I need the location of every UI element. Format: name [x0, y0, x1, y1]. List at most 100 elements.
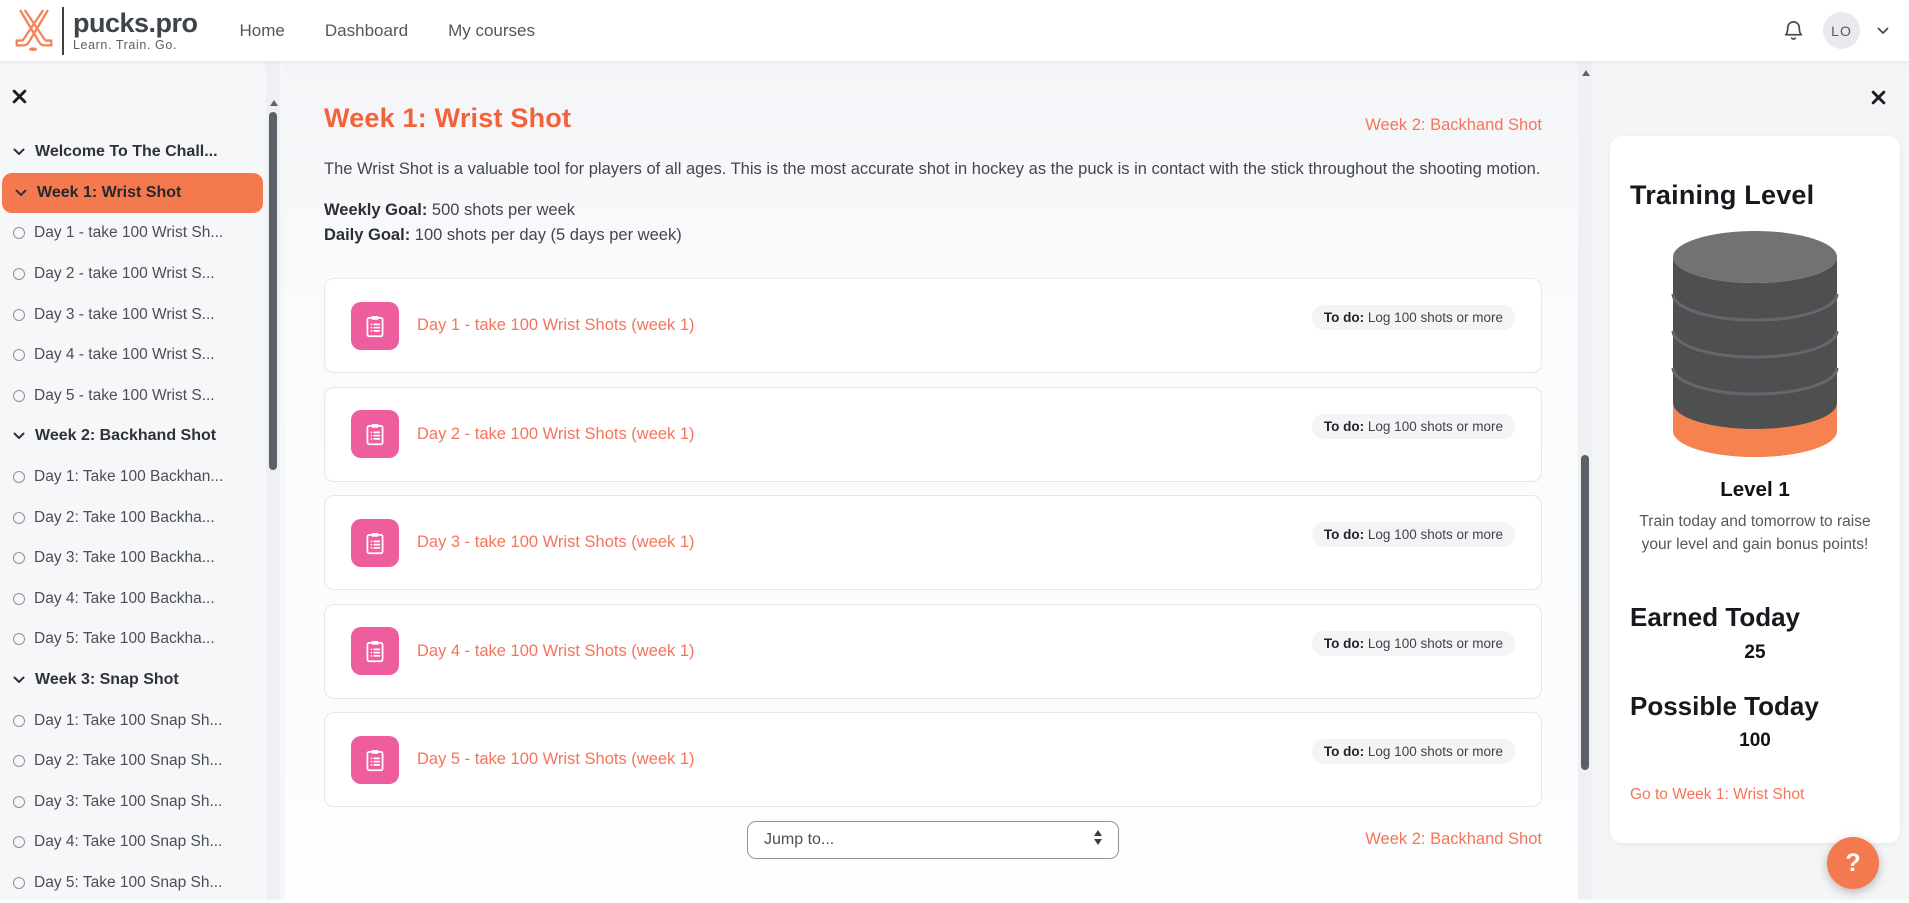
activity-status-circle-icon [13, 755, 25, 767]
index-item-label: Week 2: Backhand Shot [35, 427, 216, 445]
main-scrollbar-thumb[interactable] [1581, 455, 1589, 770]
course-index-item[interactable]: Week 3: Snap Shot [0, 660, 263, 701]
index-item-label: Welcome To The Chall... [35, 143, 218, 161]
go-to-section-link[interactable]: Go to Week 1: Wrist Shot [1630, 786, 1900, 804]
user-menu-chevron-down-icon[interactable] [1877, 27, 1889, 35]
earned-today-value: 25 [1610, 642, 1900, 664]
chevron-down-icon [14, 189, 28, 197]
course-index-item[interactable]: Day 3: Take 100 Backha... [0, 538, 263, 579]
activity-link[interactable]: Day 1 - take 100 Wrist Shots (week 1) [417, 316, 695, 335]
course-index-item[interactable]: Day 5: Take 100 Backha... [0, 619, 263, 660]
index-item-label: Day 2: Take 100 Backha... [34, 509, 215, 527]
nav-link[interactable]: Dashboard [325, 21, 408, 41]
course-index-item[interactable]: Week 2: Backhand Shot [0, 416, 263, 457]
level-value: Level 1 [1610, 478, 1900, 502]
index-item-label: Week 1: Wrist Shot [37, 184, 181, 202]
activity-status-circle-icon [13, 349, 25, 361]
course-index-item[interactable]: Day 3: Take 100 Snap Sh... [0, 782, 263, 823]
section-description: The Wrist Shot is a valuable tool for pl… [324, 156, 1542, 182]
nav-link[interactable]: My courses [448, 21, 535, 41]
next-section-link-top[interactable]: Week 2: Backhand Shot [1365, 116, 1542, 135]
index-item-label: Day 5: Take 100 Backha... [34, 630, 215, 648]
activity-link[interactable]: Day 5 - take 100 Wrist Shots (week 1) [417, 750, 695, 769]
course-index-list: Welcome To The Chall... Week 1: Wrist Sh… [0, 132, 263, 903]
activity-card: Day 5 - take 100 Wrist Shots (week 1) To… [324, 712, 1542, 807]
main-scrollbar-up-arrow[interactable] [1582, 70, 1590, 76]
index-item-label: Day 2 - take 100 Wrist S... [34, 265, 215, 283]
assignment-clipboard-icon[interactable] [351, 519, 399, 567]
course-index-item[interactable]: Day 5 - take 100 Wrist S... [0, 376, 263, 417]
index-item-label: Day 1: Take 100 Backhan... [34, 468, 223, 486]
course-index-item[interactable]: Day 1: Take 100 Snap Sh... [0, 700, 263, 741]
logo-divider [62, 7, 64, 55]
activity-status-circle-icon [13, 877, 25, 889]
index-item-label: Day 1 - take 100 Wrist Sh... [34, 224, 223, 242]
user-avatar[interactable]: LO [1823, 12, 1860, 49]
index-item-label: Week 3: Snap Shot [35, 671, 179, 689]
course-index-item[interactable]: Day 2 - take 100 Wrist S... [0, 254, 263, 295]
jump-to-select[interactable]: Jump to... [747, 821, 1119, 859]
hockey-sticks-icon [8, 5, 60, 57]
brand-tagline: Learn. Train. Go. [73, 38, 198, 52]
activity-card: Day 4 - take 100 Wrist Shots (week 1) To… [324, 604, 1542, 699]
index-item-label: Day 3 - take 100 Wrist S... [34, 306, 215, 324]
page-title: Week 1: Wrist Shot [324, 103, 1542, 134]
course-index-item[interactable]: Day 5: Take 100 Snap Sh... [0, 863, 263, 903]
index-item-label: Day 5: Take 100 Snap Sh... [34, 874, 222, 892]
index-item-label: Day 4: Take 100 Snap Sh... [34, 833, 222, 851]
course-index-item[interactable]: Day 1: Take 100 Backhan... [0, 457, 263, 498]
assignment-clipboard-icon[interactable] [351, 627, 399, 675]
course-index-item[interactable]: Week 1: Wrist Shot [2, 173, 263, 214]
select-updown-icon [1094, 830, 1102, 845]
course-index-item[interactable]: Day 3 - take 100 Wrist S... [0, 294, 263, 335]
course-index-item[interactable]: Day 2: Take 100 Snap Sh... [0, 741, 263, 782]
activity-status-circle-icon [13, 268, 25, 280]
activity-link[interactable]: Day 2 - take 100 Wrist Shots (week 1) [417, 425, 695, 444]
next-section-link-bottom[interactable]: Week 2: Backhand Shot [1365, 830, 1542, 849]
course-index-item[interactable]: Day 2: Take 100 Backha... [0, 497, 263, 538]
activity-link[interactable]: Day 4 - take 100 Wrist Shots (week 1) [417, 642, 695, 661]
activity-status-circle-icon [13, 552, 25, 564]
assignment-clipboard-icon[interactable] [351, 736, 399, 784]
todo-badge: To do: Log 100 shots or more [1312, 739, 1515, 764]
main-content: Week 2: Backhand Shot Week 1: Wrist Shot… [285, 62, 1578, 900]
activity-link[interactable]: Day 3 - take 100 Wrist Shots (week 1) [417, 533, 695, 552]
course-index-item[interactable]: Day 1 - take 100 Wrist Sh... [0, 213, 263, 254]
activity-card: Day 2 - take 100 Wrist Shots (week 1) To… [324, 387, 1542, 482]
nav-link[interactable]: Home [240, 21, 285, 41]
activity-status-circle-icon [13, 593, 25, 605]
activity-status-circle-icon [13, 836, 25, 848]
close-drawer-icon[interactable] [12, 89, 28, 105]
course-index-item[interactable]: Day 4 - take 100 Wrist S... [0, 335, 263, 376]
left-scrollbar-thumb[interactable] [269, 112, 277, 470]
daily-goal: Daily Goal: 100 shots per day (5 days pe… [324, 223, 1542, 248]
index-item-label: Day 2: Take 100 Snap Sh... [34, 752, 222, 770]
activity-status-circle-icon [13, 633, 25, 645]
primary-nav: Home Dashboard My courses [240, 21, 535, 41]
index-item-label: Day 4 - take 100 Wrist S... [34, 346, 215, 364]
todo-badge: To do: Log 100 shots or more [1312, 631, 1515, 656]
brand-logo[interactable]: pucks.pro Learn. Train. Go. [0, 5, 198, 57]
brand-name: pucks.pro [73, 10, 198, 37]
possible-today-label: Possible Today [1630, 691, 1900, 722]
activity-status-circle-icon [13, 796, 25, 808]
navbar-right: LO [1780, 12, 1909, 49]
activity-status-circle-icon [13, 309, 25, 321]
help-button[interactable]: ? [1827, 837, 1879, 889]
activity-card: Day 3 - take 100 Wrist Shots (week 1) To… [324, 495, 1542, 590]
level-hint: Train today and tomorrow to raise your l… [1624, 510, 1886, 556]
notifications-bell-icon[interactable] [1780, 18, 1806, 44]
todo-badge: To do: Log 100 shots or more [1312, 414, 1515, 439]
training-level-title: Training Level [1630, 180, 1900, 211]
close-blocks-drawer-icon[interactable] [1871, 90, 1887, 106]
index-item-label: Day 5 - take 100 Wrist S... [34, 387, 215, 405]
left-scrollbar-up-arrow[interactable] [270, 100, 278, 106]
course-index-item[interactable]: Day 4: Take 100 Snap Sh... [0, 822, 263, 863]
course-index-drawer: Welcome To The Chall... Week 1: Wrist Sh… [0, 62, 285, 900]
goals-block: Weekly Goal: 500 shots per week Daily Go… [324, 198, 1542, 248]
assignment-clipboard-icon[interactable] [351, 302, 399, 350]
assignment-clipboard-icon[interactable] [351, 410, 399, 458]
activity-status-circle-icon [13, 512, 25, 524]
course-index-item[interactable]: Welcome To The Chall... [0, 132, 263, 173]
course-index-item[interactable]: Day 4: Take 100 Backha... [0, 579, 263, 620]
